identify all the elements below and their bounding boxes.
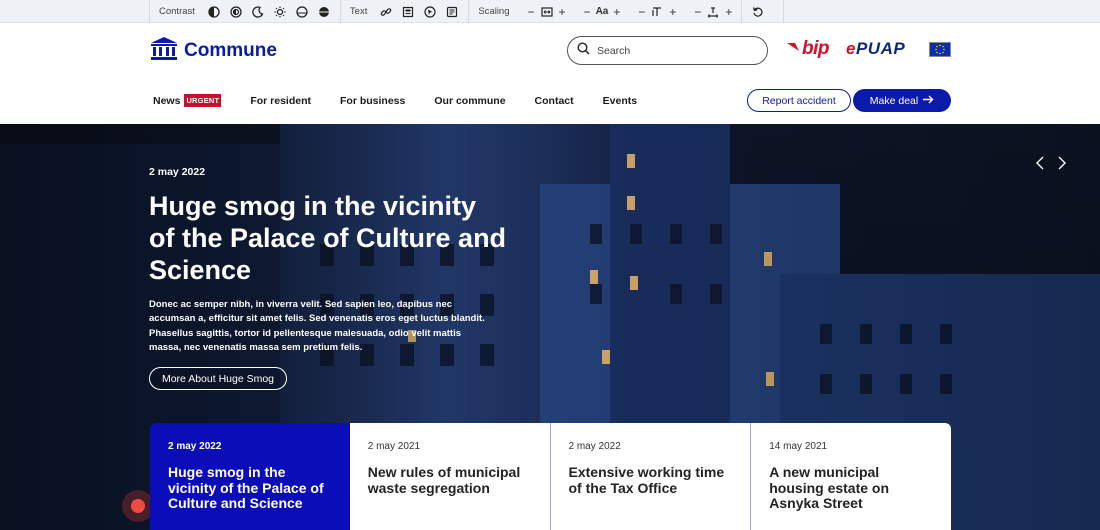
bip-mark-icon [786, 40, 800, 59]
news-cards: 2 may 2022 Huge smog in the vicinity of … [150, 423, 951, 530]
more-about-button[interactable]: More About Huge Smog [149, 367, 287, 390]
news-card-date: 14 may 2021 [769, 441, 828, 452]
font-decrease-button[interactable]: − [584, 5, 591, 19]
scaling-label: Scaling [478, 6, 510, 17]
arrow-right-icon [923, 95, 934, 107]
hero-title: Huge smog in the vicinity of the Palace … [149, 191, 507, 285]
news-card-date: 2 may 2022 [168, 441, 222, 452]
news-card[interactable]: 2 may 2021 New rules of municipal waste … [349, 423, 551, 530]
width-scale-control: − + [528, 5, 566, 19]
news-card-title: New rules of municipal waste segregation [367, 464, 521, 496]
font-size-icon: Aa [595, 6, 609, 17]
nav-label: Our commune [434, 94, 506, 107]
nav-label: For business [340, 94, 406, 107]
bip-text: bip [802, 38, 830, 59]
epuap-e: e [846, 39, 856, 58]
nav-item-news[interactable]: News URGENT [153, 94, 222, 107]
spacing-increase-button[interactable]: + [725, 5, 732, 19]
news-card-title: A new municipal housing estate on Asnyka… [769, 464, 890, 511]
nav-label: For resident [250, 94, 311, 107]
font-increase-button[interactable]: + [613, 5, 620, 19]
hero-date: 2 may 2022 [149, 166, 206, 178]
text-label: Text [349, 6, 368, 17]
bank-icon [150, 36, 178, 66]
nav-item-for-business[interactable]: For business [340, 95, 405, 107]
line-height-increase-button[interactable]: + [669, 5, 676, 19]
contrast-group: Contrast [150, 0, 341, 23]
epuap-logo[interactable]: ePUAP [846, 39, 905, 59]
urgent-badge: URGENT [184, 94, 222, 107]
commune-logo[interactable]: Commune [150, 36, 277, 66]
news-card[interactable]: 2 may 2022 Extensive working time of the… [550, 423, 752, 530]
contrast-label: Contrast [159, 6, 195, 17]
search-icon [577, 41, 590, 60]
link-icon[interactable] [379, 5, 393, 19]
news-card-date: 2 may 2022 [568, 441, 621, 452]
nav-label: Contact [534, 94, 574, 107]
line-height-icon [650, 5, 664, 19]
line-height-control: − + [638, 5, 676, 19]
reset-group [742, 0, 774, 23]
text-group: Text [341, 0, 470, 23]
spacing-decrease-button[interactable]: − [694, 5, 701, 19]
news-card[interactable]: 2 may 2022 Huge smog in the vicinity of … [150, 423, 350, 530]
contrast-ring-icon[interactable] [229, 5, 243, 19]
bip-logo[interactable]: bip [786, 38, 830, 60]
circle-filled-icon[interactable] [317, 5, 331, 19]
logo-text: Commune [184, 40, 277, 61]
main-nav: News URGENT For resident For business Ou… [153, 94, 666, 107]
eu-flag-icon[interactable] [929, 42, 951, 57]
spacing-control: − + [694, 5, 732, 19]
news-card-title: Extensive working time of the Tax Office [568, 464, 725, 496]
nav-item-for-resident[interactable]: For resident [250, 95, 311, 107]
news-card-title: Huge smog in the vicinity of the Palace … [168, 464, 324, 511]
contrast-half-icon[interactable] [207, 5, 221, 19]
nav-item-events[interactable]: Events [603, 95, 637, 107]
nav-item-our-commune[interactable]: Our commune [434, 95, 505, 107]
scaling-group: Scaling − + − Aa + − + − + [469, 0, 743, 23]
nav-label: News [153, 94, 181, 107]
font-size-control: − Aa + [584, 5, 621, 19]
make-deal-label: Make deal [869, 94, 919, 107]
width-increase-button[interactable]: + [559, 5, 566, 19]
text-doc-icon[interactable] [445, 5, 459, 19]
news-card[interactable]: 14 may 2021 A new municipal housing esta… [751, 423, 951, 530]
search-box[interactable] [567, 36, 768, 65]
width-decrease-button[interactable]: − [528, 5, 535, 19]
chevron-right-icon[interactable] [1054, 156, 1068, 170]
moon-icon[interactable] [251, 5, 265, 19]
circle-outline-icon[interactable] [295, 5, 309, 19]
chevron-left-icon[interactable] [1034, 156, 1048, 170]
epuap-text: PUAP [855, 39, 906, 58]
hero-description: Donec ac semper nibh, in viverra velit. … [149, 299, 485, 353]
line-height-decrease-button[interactable]: − [638, 5, 645, 19]
accessibility-toolbar: Contrast Text Scaling − + − Aa + − + − + [0, 0, 1100, 23]
cursor-icon[interactable] [423, 5, 437, 19]
nav-item-contact[interactable]: Contact [535, 95, 574, 107]
search-input[interactable] [597, 44, 757, 57]
sun-icon[interactable] [273, 5, 287, 19]
table-icon[interactable] [401, 5, 415, 19]
spacing-icon [706, 5, 720, 19]
reset-icon[interactable] [751, 5, 765, 19]
make-deal-button[interactable]: Make deal [853, 89, 951, 112]
nav-label: Events [602, 94, 638, 107]
width-icon [540, 5, 554, 19]
news-card-date: 2 may 2021 [367, 441, 421, 452]
report-accident-button[interactable]: Report accident [747, 89, 851, 112]
